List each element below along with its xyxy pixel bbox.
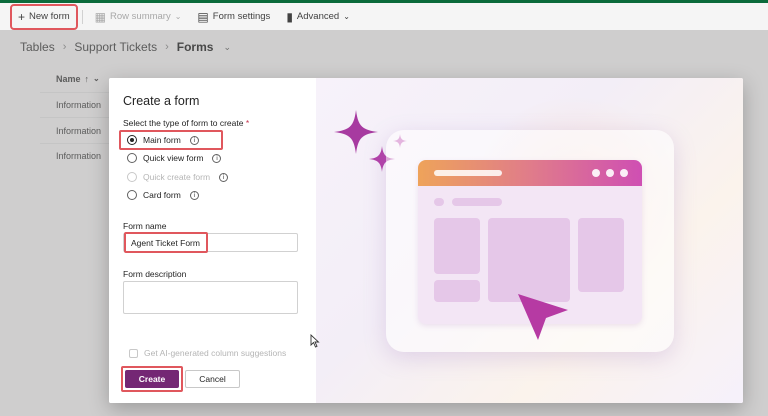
- form-settings-label: Form settings: [212, 11, 271, 22]
- illustration-block: [488, 218, 570, 302]
- radio-card-form[interactable]: Card form i: [127, 190, 199, 200]
- illustration-dot: [606, 169, 614, 177]
- advanced-button[interactable]: ▮ Advanced ⌄: [280, 6, 356, 28]
- create-button[interactable]: Create: [125, 370, 179, 388]
- illustration-block: [434, 218, 480, 274]
- info-icon[interactable]: i: [212, 153, 222, 163]
- radio-button[interactable]: [127, 190, 137, 200]
- form-description-input[interactable]: [123, 281, 298, 314]
- dialog-form-panel: Create a form Select the type of form to…: [109, 78, 316, 403]
- radio-button[interactable]: [127, 153, 137, 163]
- create-form-dialog: Create a form Select the type of form to…: [109, 78, 743, 403]
- chevron-down-icon: ⌄: [343, 12, 350, 21]
- radio-label: Quick create form: [143, 172, 211, 182]
- mouse-cursor-icon: [310, 334, 320, 348]
- form-type-label: Select the type of form to create *: [123, 118, 249, 128]
- plus-icon: +: [18, 9, 26, 24]
- new-form-label: New form: [29, 11, 70, 22]
- ai-suggestions-label: Get AI-generated column suggestions: [144, 348, 287, 358]
- form-name-highlight: [124, 232, 208, 253]
- dialog-title: Create a form: [123, 94, 200, 108]
- advanced-label: Advanced: [296, 11, 340, 22]
- radio-main-form[interactable]: Main form i: [127, 135, 199, 145]
- radio-button: [127, 172, 137, 182]
- form-settings-icon: ▤: [197, 9, 209, 24]
- radio-label: Card form: [143, 190, 181, 200]
- radio-button[interactable]: [127, 135, 137, 145]
- required-marker: *: [245, 118, 250, 128]
- row-summary-label: Row summary: [110, 11, 171, 22]
- radio-quick-view-form[interactable]: Quick view form i: [127, 153, 222, 163]
- info-icon[interactable]: i: [189, 190, 199, 200]
- illustration-block: [434, 280, 480, 302]
- info-icon[interactable]: i: [189, 135, 199, 145]
- info-icon[interactable]: i: [219, 172, 229, 182]
- ai-suggestions-option: Get AI-generated column suggestions: [129, 348, 286, 358]
- form-type-label-text: Select the type of form to create: [123, 118, 244, 128]
- illustration-block: [578, 218, 624, 292]
- form-name-label: Form name: [123, 221, 167, 231]
- command-bar: + New form ▦ Row summary ⌄ ▤ Form settin…: [0, 3, 768, 30]
- ai-suggestions-checkbox: [129, 348, 138, 358]
- new-form-button[interactable]: + New form: [10, 3, 78, 30]
- chevron-down-icon: ⌄: [174, 12, 182, 21]
- toolbar-divider: [81, 9, 83, 24]
- illustration-dot: [620, 169, 628, 177]
- radio-quick-create-form: Quick create form i: [127, 172, 229, 182]
- cursor-pointer-icon: [518, 294, 568, 340]
- form-settings-button[interactable]: ▤ Form settings: [191, 6, 276, 28]
- row-summary-button[interactable]: ▦ Row summary ⌄: [89, 6, 188, 28]
- radio-label: Main form: [143, 135, 181, 145]
- illustration-block: [434, 198, 444, 206]
- illustration-dot: [592, 169, 600, 177]
- dialog-illustration-panel: [316, 78, 743, 403]
- cancel-button[interactable]: Cancel: [185, 370, 240, 388]
- advanced-icon: ▮: [286, 9, 293, 24]
- illustration-block: [452, 198, 502, 206]
- summary-icon: ▦: [94, 9, 107, 24]
- form-description-label: Form description: [123, 269, 187, 279]
- illustration-address-pill: [434, 170, 502, 176]
- radio-label: Quick view form: [143, 153, 204, 163]
